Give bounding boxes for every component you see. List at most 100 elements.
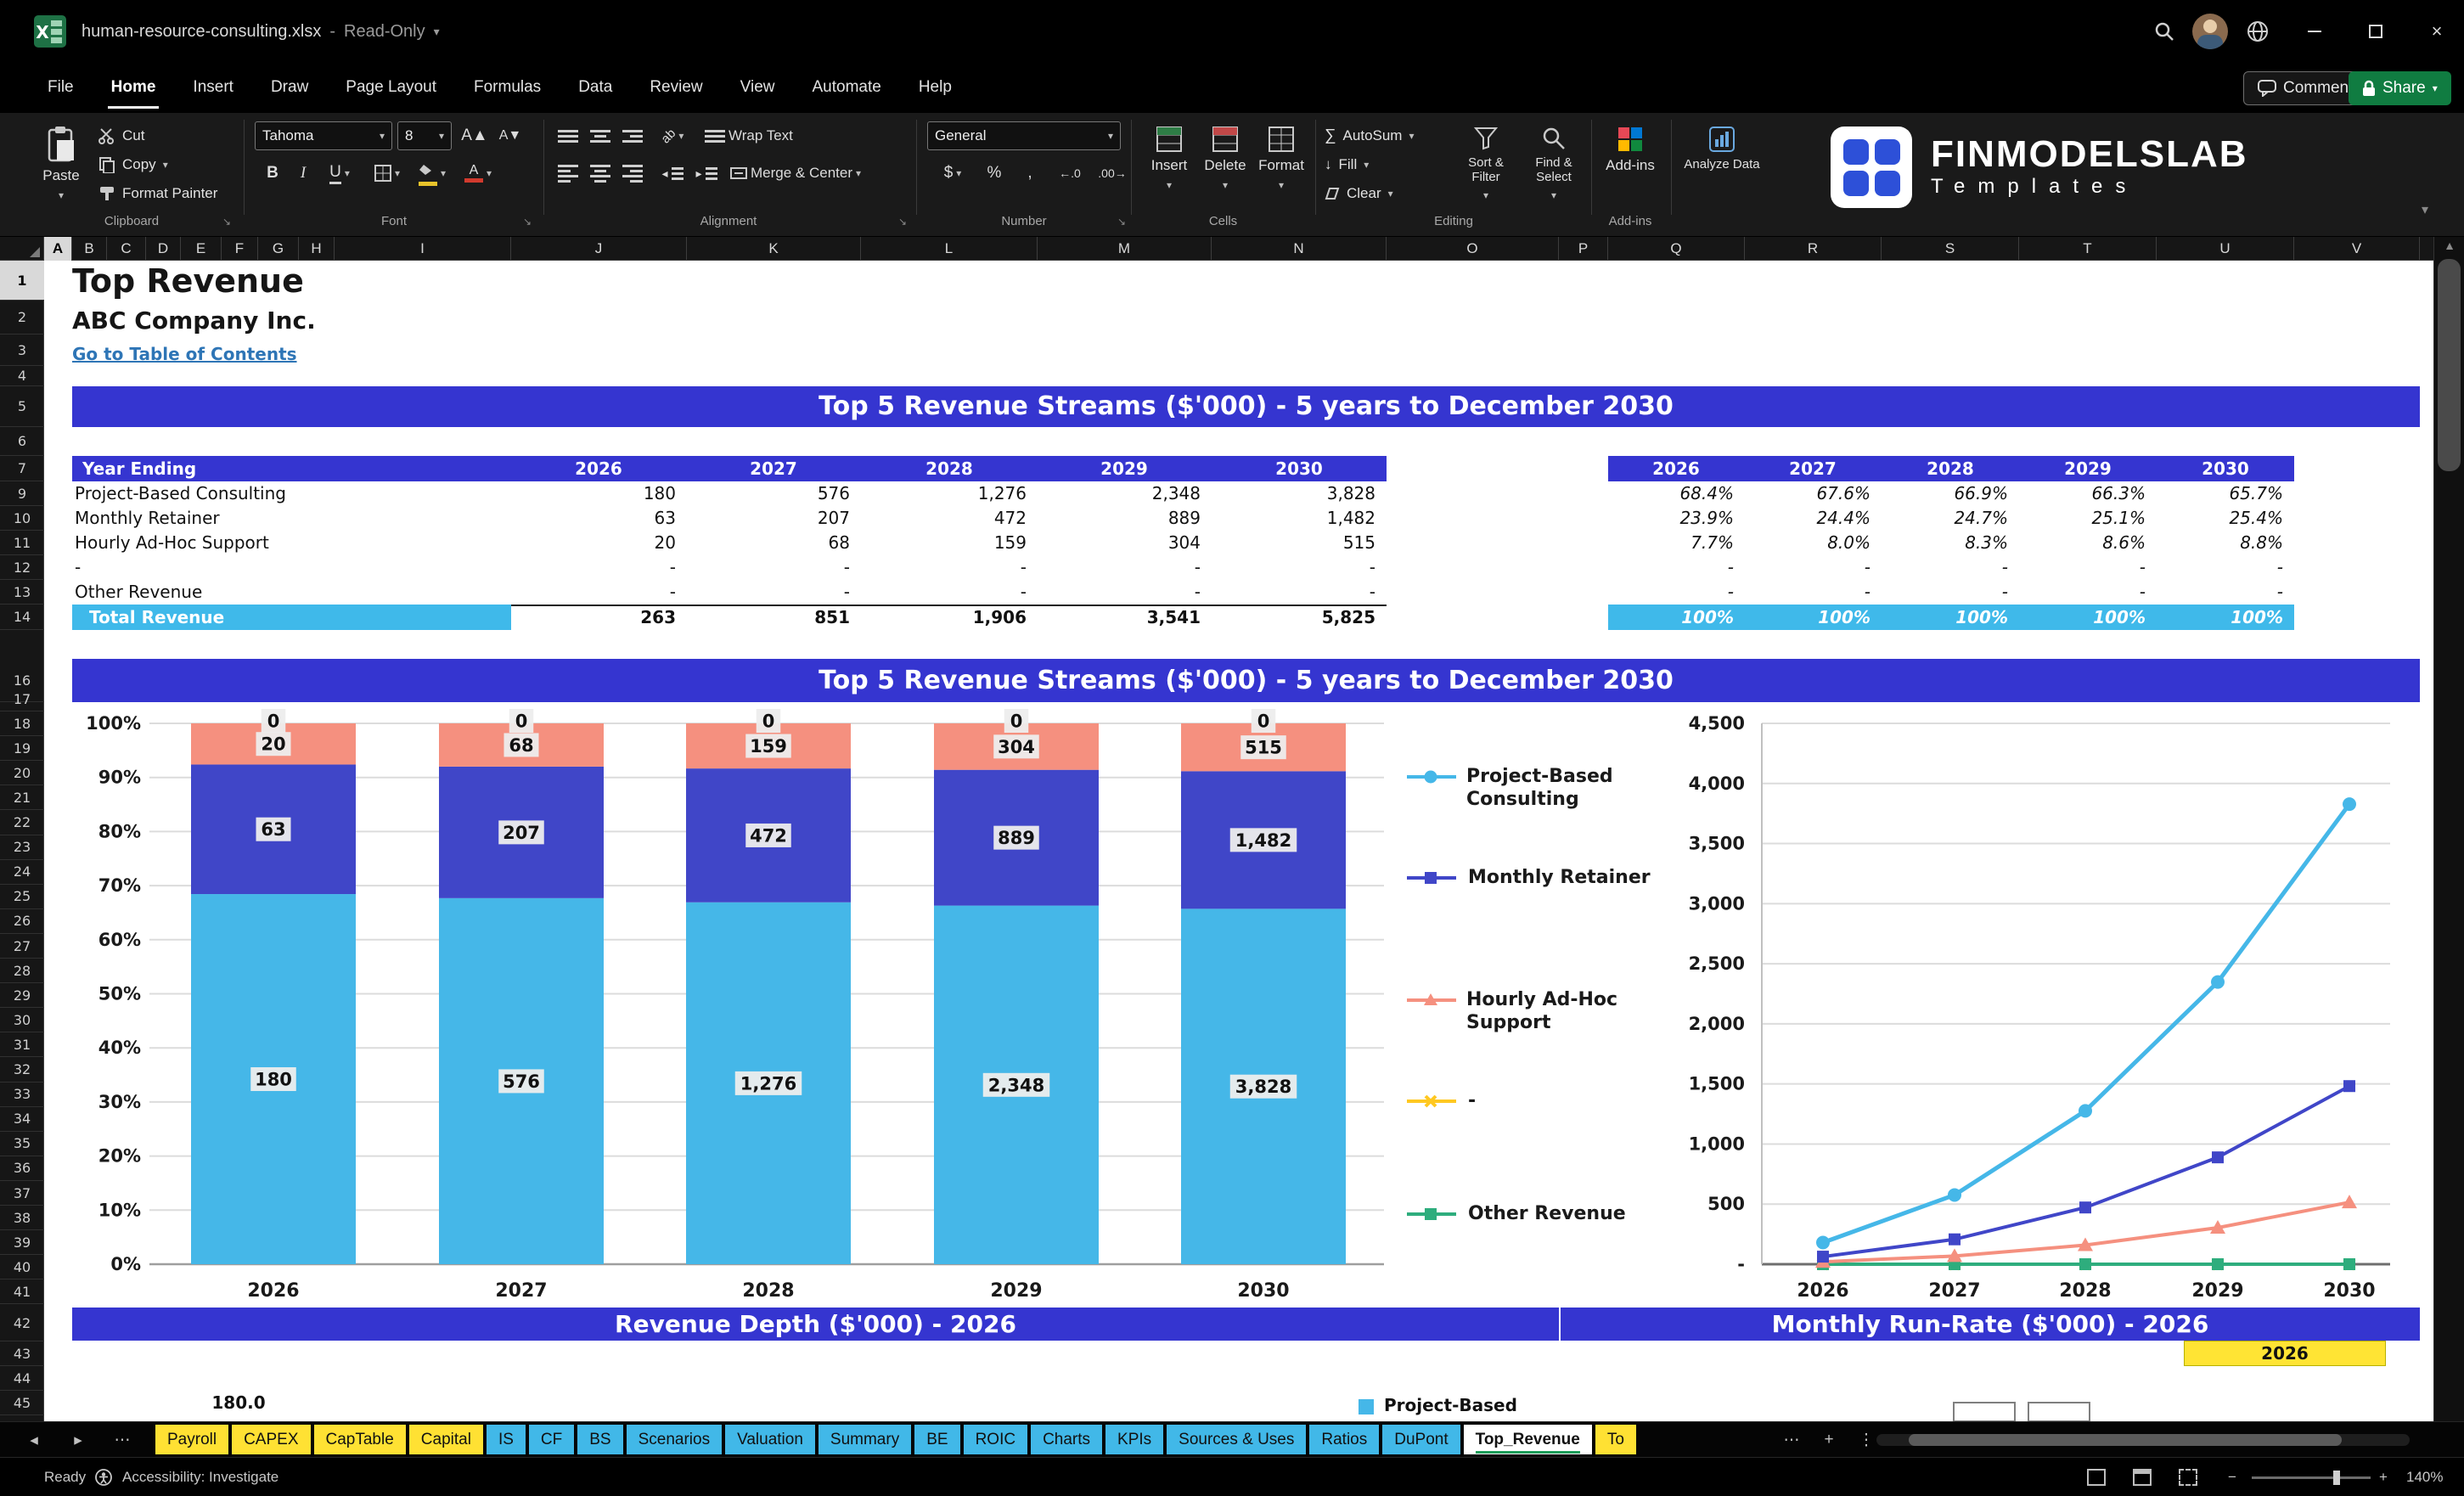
wrap-text-button[interactable]: Wrap Text <box>705 121 841 150</box>
decrease-indent-button[interactable]: ◂ <box>657 159 688 188</box>
delete-cells-button[interactable]: Delete ▾ <box>1199 120 1252 213</box>
column-header-K[interactable]: K <box>687 237 861 261</box>
row-header-34[interactable]: 34 <box>0 1107 44 1132</box>
grow-font-button[interactable]: A▲ <box>458 121 491 150</box>
sheet-tab-scenarios[interactable]: Scenarios <box>626 1425 723 1454</box>
column-header-G[interactable]: G <box>258 237 299 261</box>
orientation-button[interactable]: ab ▾ <box>655 121 689 150</box>
row-header-31[interactable]: 31 <box>0 1032 44 1058</box>
revenue-value-cell[interactable]: - <box>532 580 676 605</box>
percent-style-button[interactable]: % <box>980 159 1009 188</box>
font-color-button[interactable]: A ▾ <box>458 159 498 188</box>
ribbon-tab-page-layout[interactable]: Page Layout <box>327 63 455 113</box>
decrease-decimal-button[interactable]: .00→ <box>1094 159 1131 188</box>
column-header-T[interactable]: T <box>2019 237 2157 261</box>
revenue-value-cell[interactable]: 63 <box>532 506 676 531</box>
row-header-4[interactable]: 4 <box>0 366 44 386</box>
revenue-pct-cell[interactable]: 67.6% <box>1743 481 1871 506</box>
zoom-slider[interactable] <box>2252 1471 2371 1485</box>
revenue-pct-cell[interactable]: 66.9% <box>1881 481 2008 506</box>
sheet-tab-cf[interactable]: CF <box>528 1425 575 1454</box>
row-header-22[interactable]: 22 <box>0 811 44 835</box>
sheet-tab-be[interactable]: BE <box>914 1425 960 1454</box>
row-header-42[interactable]: 42 <box>0 1306 44 1341</box>
revenue-pct-cell[interactable]: 24.4% <box>1743 506 1871 531</box>
runrate-year-cell[interactable]: 2026 <box>2184 1341 2386 1366</box>
cut-button[interactable]: Cut <box>98 123 144 149</box>
year-column-header[interactable]: 2026 <box>531 456 667 481</box>
font-size-select[interactable]: 8 ▾ <box>397 121 452 150</box>
revenue-row-label[interactable]: - <box>75 555 81 580</box>
revenue-pct-cell[interactable]: 7.7% <box>1606 531 1734 555</box>
sheet-tab-capital[interactable]: Capital <box>408 1425 483 1454</box>
number-format-select[interactable]: General ▾ <box>927 121 1121 150</box>
revenue-pct-cell[interactable]: - <box>2156 580 2283 605</box>
revenue-value-cell[interactable]: 20 <box>532 531 676 555</box>
row-header-17[interactable]: 17 <box>0 687 44 711</box>
row-header-6[interactable]: 6 <box>0 427 44 456</box>
revenue-value-cell[interactable]: - <box>882 580 1027 605</box>
revenue-pct-cell[interactable]: - <box>2018 580 2146 605</box>
row-header-28[interactable]: 28 <box>0 959 44 984</box>
column-header-Q[interactable]: Q <box>1608 237 1745 261</box>
revenue-pct-cell[interactable]: 8.6% <box>2018 531 2146 555</box>
close-button[interactable]: × <box>2410 0 2464 63</box>
total-pct-cell[interactable]: 100% <box>1881 605 2008 630</box>
title-chevron-icon[interactable]: ▾ <box>434 25 440 39</box>
comma-style-button[interactable]: , <box>1015 159 1044 188</box>
shrink-font-button[interactable]: A▼ <box>494 121 526 150</box>
font-family-select[interactable]: Tahoma ▾ <box>255 121 392 150</box>
spreadsheet[interactable]: Top Revenue ABC Company Inc. Go to Table… <box>0 261 2433 1421</box>
align-middle-button[interactable] <box>586 121 615 150</box>
year-column-header-pct[interactable]: 2027 <box>1745 456 1881 481</box>
ribbon-tab-formulas[interactable]: Formulas <box>455 63 560 113</box>
find-select-button[interactable]: Find & Select ▾ <box>1522 120 1586 213</box>
revenue-value-cell[interactable]: 304 <box>1056 531 1201 555</box>
format-cells-button[interactable]: Format ▾ <box>1255 120 1308 213</box>
row-header-25[interactable]: 25 <box>0 885 44 909</box>
autosum-button[interactable]: ∑ AutoSum ▾ <box>1325 123 1415 149</box>
row-header-27[interactable]: 27 <box>0 934 44 959</box>
column-header-I[interactable]: I <box>335 237 511 261</box>
ribbon-tab-automate[interactable]: Automate <box>793 63 899 113</box>
increase-decimal-button[interactable]: ←.0 <box>1051 159 1089 188</box>
row-header-40[interactable]: 40 <box>0 1255 44 1280</box>
underline-button[interactable]: U ▾ <box>321 159 358 188</box>
insert-cells-button[interactable]: Insert ▾ <box>1143 120 1195 213</box>
sheet-tab-charts[interactable]: Charts <box>1031 1425 1103 1454</box>
row-header-32[interactable]: 32 <box>0 1058 44 1083</box>
align-bottom-button[interactable] <box>618 121 647 150</box>
revenue-value-cell[interactable]: - <box>1231 580 1375 605</box>
tab-list-icon[interactable]: ⋯ <box>107 1422 138 1458</box>
year-column-header[interactable]: 2028 <box>881 456 1017 481</box>
total-pct-cell[interactable]: 100% <box>1606 605 1734 630</box>
sheet-tab-is[interactable]: IS <box>486 1425 526 1454</box>
column-header-B[interactable]: B <box>72 237 107 261</box>
sheet-tab-roic[interactable]: ROIC <box>963 1425 1028 1454</box>
revenue-pct-cell[interactable]: - <box>1881 580 2008 605</box>
revenue-value-cell[interactable]: 472 <box>882 506 1027 531</box>
next-sheet-icon[interactable]: ▸ <box>63 1422 93 1458</box>
row-header-43[interactable]: 43 <box>0 1341 44 1366</box>
revenue-pct-cell[interactable]: 25.1% <box>2018 506 2146 531</box>
column-header-R[interactable]: R <box>1745 237 1882 261</box>
year-column-header[interactable]: 2029 <box>1056 456 1192 481</box>
select-all-corner[interactable] <box>0 237 44 261</box>
sheet-tab-sources-uses[interactable]: Sources & Uses <box>1167 1425 1307 1454</box>
format-painter-button[interactable]: Format Painter <box>98 181 217 206</box>
year-column-header-pct[interactable]: 2030 <box>2157 456 2293 481</box>
revenue-pct-cell[interactable]: 24.7% <box>1881 506 2008 531</box>
row-header-7[interactable]: 7 <box>0 456 44 481</box>
vertical-scrollbar-thumb[interactable] <box>2438 259 2461 471</box>
row-header-13[interactable]: 13 <box>0 580 44 605</box>
revenue-pct-cell[interactable]: 8.0% <box>1743 531 1871 555</box>
column-header-V[interactable]: V <box>2294 237 2420 261</box>
font-expand-icon[interactable]: ↘ <box>523 216 532 228</box>
ribbon-tab-view[interactable]: View <box>722 63 794 113</box>
maximize-button[interactable] <box>2349 0 2403 63</box>
column-header-F[interactable]: F <box>222 237 258 261</box>
alignment-expand-icon[interactable]: ↘ <box>898 216 907 228</box>
minimize-button[interactable] <box>2287 0 2342 63</box>
revenue-value-cell[interactable]: 180 <box>532 481 676 506</box>
row-header-18[interactable]: 18 <box>0 711 44 737</box>
